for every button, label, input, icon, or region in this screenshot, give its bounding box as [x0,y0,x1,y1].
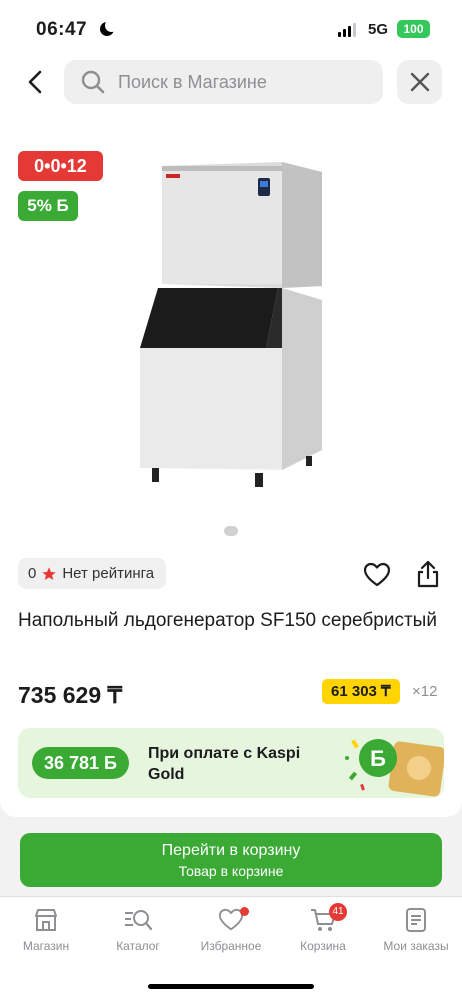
orders-icon [406,908,426,932]
go-to-cart-button[interactable]: Перейти в корзину Товар в корзине [20,833,442,887]
timer-badge: 0•0•12 [18,151,103,181]
tab-store-label: Магазин [22,939,70,953]
close-icon [410,72,430,92]
back-button[interactable] [22,68,50,96]
svg-text:Б: Б [370,746,386,771]
tab-catalog-label: Каталог [116,939,160,953]
search-icon [81,70,105,94]
rating-value: 0 [28,565,37,582]
network-label: 5G [368,21,389,38]
tab-orders-label: Мои заказы [383,939,449,953]
kaspi-gold-bonus: 36 781 Б [32,747,129,779]
rating-text: Нет рейтинга [62,565,155,582]
cta-main-label: Перейти в корзину [161,842,301,859]
chevron-left-icon [28,70,42,94]
tab-catalog[interactable]: Каталог [92,907,184,953]
product-image[interactable] [130,138,340,508]
search-header [0,58,462,118]
kaspi-gold-card-icon: Б [345,739,444,797]
close-button[interactable] [397,60,442,104]
product-title: Напольный льдогенератор SF150 серебристы… [18,610,437,631]
store-icon [35,909,57,931]
installment-price-badge: 61 303 ₸ [322,679,400,704]
tab-favorites[interactable]: Избранное [185,907,277,953]
signal-icon [338,23,356,37]
product-card: 0•0•12 5% Б 0 Нет рейтинга Напольный льд… [0,118,462,817]
moon-icon [100,19,118,36]
tab-cart[interactable]: 41 Корзина [277,903,369,953]
cta-sub-label: Товар в корзине [178,863,284,879]
catalog-search-icon [125,910,153,931]
product-price: 735 629 ₸ [18,682,123,708]
status-time: 06:47 [36,19,88,40]
home-indicator[interactable] [148,984,314,989]
heart-icon [363,562,391,587]
share-button[interactable] [414,559,442,594]
cart-count-badge: 41 [329,903,347,921]
tab-cart-label: Корзина [300,939,346,953]
star-icon [42,566,57,580]
search-input[interactable] [118,60,368,104]
share-icon [417,560,439,588]
kaspi-gold-banner[interactable]: 36 781 Б При оплате с Kaspi Gold Б [18,728,444,798]
installment-months: ×12 [412,683,438,700]
favorites-notification-dot [240,907,249,916]
tab-orders[interactable]: Мои заказы [370,907,462,953]
kaspi-gold-text: При оплате с Kaspi Gold [148,745,301,783]
bonus-percent-badge: 5% Б [18,191,78,221]
battery-icon: 100 [397,20,430,38]
image-pager-dot[interactable] [224,526,238,536]
tab-favorites-label: Избранное [200,939,262,953]
tab-store[interactable]: Магазин [0,907,92,953]
status-bar: 06:47 5G 100 [0,0,462,58]
rating-pill[interactable]: 0 Нет рейтинга [18,558,167,589]
favorite-button[interactable] [363,562,391,593]
search-bar[interactable] [64,60,383,104]
